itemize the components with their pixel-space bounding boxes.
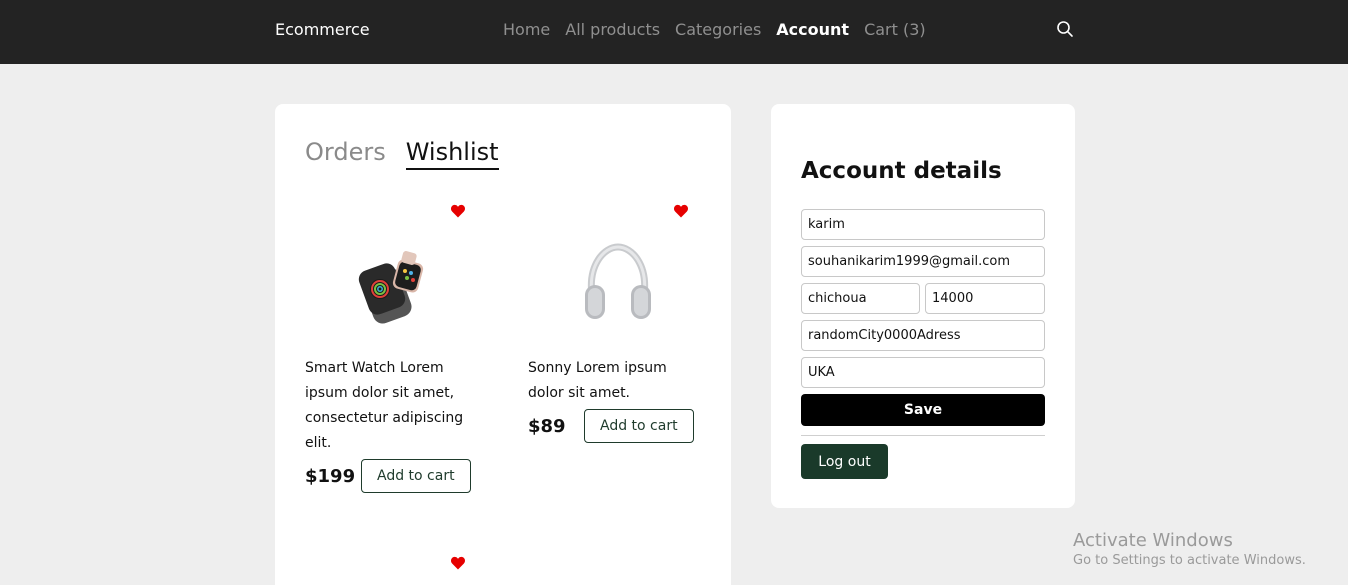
watermark-subtitle: Go to Settings to activate Windows.: [1073, 553, 1306, 568]
heart-icon[interactable]: [450, 203, 466, 219]
city-field[interactable]: [801, 283, 920, 314]
navbar: Ecommerce Home All products Categories A…: [0, 0, 1348, 64]
tab-orders[interactable]: Orders: [305, 138, 386, 170]
product-price: $199: [305, 466, 356, 487]
heart-icon[interactable]: [450, 555, 466, 571]
save-button[interactable]: Save: [801, 394, 1045, 426]
name-field[interactable]: [801, 209, 1045, 240]
tab-wishlist[interactable]: Wishlist: [405, 138, 499, 170]
activate-windows-watermark: Activate Windows Go to Settings to activ…: [1073, 530, 1306, 568]
heart-icon[interactable]: [673, 203, 689, 219]
headphones-image: [585, 243, 651, 319]
smart-watch-image: [358, 251, 424, 324]
nav-all-products[interactable]: All products: [565, 20, 660, 39]
nav-categories[interactable]: Categories: [675, 20, 761, 39]
country-field[interactable]: [801, 357, 1045, 388]
product-price: $89: [528, 416, 566, 437]
nav-home[interactable]: Home: [503, 20, 550, 39]
address-field[interactable]: [801, 320, 1045, 351]
main-nav: Home All products Categories Account Car…: [503, 20, 926, 39]
nav-account[interactable]: Account: [776, 20, 849, 39]
brand-logo[interactable]: Ecommerce: [275, 20, 370, 39]
account-tabs: Orders Wishlist: [305, 138, 499, 170]
add-to-cart-button[interactable]: Add to cart: [361, 459, 471, 493]
logout-button[interactable]: Log out: [801, 444, 888, 479]
wishlist-item: Smart Watch Lorem ipsum dolor sit amet, …: [305, 199, 485, 499]
product-description[interactable]: Smart Watch Lorem ipsum dolor sit amet, …: [305, 356, 485, 456]
wishlist-item: Sonny Lorem ipsum dolor sit amet. $89 Ad…: [528, 199, 708, 499]
wishlist-card: Orders Wishlist Smart Watch Lorem ipsum …: [275, 104, 731, 585]
add-to-cart-button[interactable]: Add to cart: [584, 409, 694, 443]
zip-field[interactable]: [925, 283, 1045, 314]
divider: [801, 435, 1045, 436]
search-icon[interactable]: [1056, 20, 1074, 38]
account-details-card: Account details Save Log out: [771, 104, 1075, 508]
nav-cart[interactable]: Cart (3): [864, 20, 926, 39]
watermark-title: Activate Windows: [1073, 530, 1233, 551]
product-description[interactable]: Sonny Lorem ipsum dolor sit amet.: [528, 356, 678, 406]
account-details-title: Account details: [801, 158, 1002, 184]
email-field[interactable]: [801, 246, 1045, 277]
